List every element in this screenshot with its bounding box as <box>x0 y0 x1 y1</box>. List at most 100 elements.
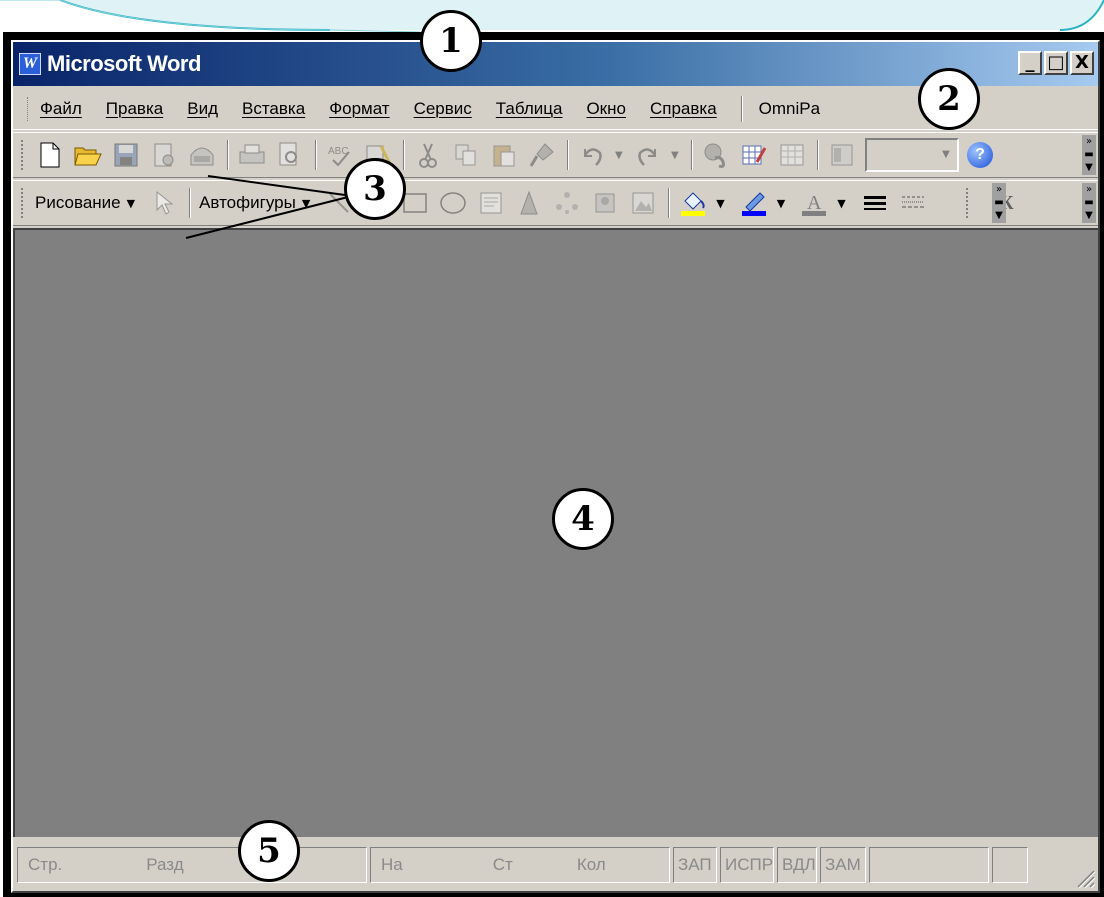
print-preview-icon[interactable] <box>275 140 305 170</box>
fill-color-dropdown-icon[interactable]: ▼ <box>716 197 724 210</box>
callout-3: 3 <box>344 158 406 220</box>
chevron-down-icon[interactable]: ▼ <box>937 142 955 168</box>
status-at: На <box>381 855 403 874</box>
callout-4: 4 <box>552 488 614 550</box>
line-color-swatch <box>741 211 766 216</box>
menu-omnipage[interactable]: OmniPa <box>759 99 820 119</box>
status-page: Стр. <box>28 855 63 874</box>
toolbar-separator <box>668 188 671 218</box>
menu-help[interactable]: Справка <box>650 99 717 119</box>
document-map-icon[interactable] <box>827 140 857 170</box>
copy-icon[interactable] <box>451 140 481 170</box>
drawing-toolbar-options-chevron-icon[interactable]: » ▬ ▼ <box>992 183 1006 223</box>
menu-file[interactable]: Файл <box>40 99 82 119</box>
dash-style-icon[interactable] <box>898 188 928 218</box>
spelling-icon[interactable]: ABC <box>325 140 355 170</box>
save-icon[interactable] <box>111 140 141 170</box>
menu-edit[interactable]: Правка <box>106 99 163 119</box>
tables-borders-icon[interactable] <box>739 140 769 170</box>
status-overtype[interactable]: ЗАМ <box>820 847 866 883</box>
diagram-icon[interactable] <box>552 188 582 218</box>
toolbar-separator <box>567 140 569 170</box>
menubar-grip[interactable] <box>27 96 30 121</box>
maximize-button[interactable]: □ <box>1044 51 1068 75</box>
toolbar-grip[interactable] <box>21 188 25 218</box>
standard-toolbar: ABC ▼ ▼ ▼ ? » ▬ ▼ <box>13 132 1098 178</box>
autoshapes-dropdown-icon[interactable]: ▼ <box>302 197 310 210</box>
cut-icon[interactable] <box>413 140 443 170</box>
undo-dropdown-icon[interactable]: ▼ <box>615 150 627 161</box>
font-color-dropdown-icon[interactable]: ▼ <box>837 197 845 210</box>
close-button[interactable]: X <box>1070 51 1094 75</box>
line-style-icon[interactable] <box>860 188 890 218</box>
resize-grip-icon[interactable] <box>1072 865 1096 889</box>
new-document-icon[interactable] <box>35 140 65 170</box>
menu-window[interactable]: Окно <box>586 99 626 119</box>
status-rec[interactable]: ЗАП <box>673 847 717 883</box>
fill-color-icon[interactable] <box>678 188 708 218</box>
status-page-section: Стр. Разд <box>17 847 367 883</box>
toolbar-separator <box>691 140 693 170</box>
window-title: Microsoft Word <box>47 51 201 76</box>
callout-2: 2 <box>918 68 980 130</box>
drawing-toolbar: Рисование ▼ Автофигуры ▼ ▼ ▼ A ▼ » ▬ ▼ »… <box>13 180 1098 226</box>
callout-1: 1 <box>420 10 482 72</box>
open-folder-icon[interactable] <box>73 140 103 170</box>
drawing-menu-button[interactable]: Рисование <box>35 193 121 213</box>
oval-icon[interactable] <box>438 188 468 218</box>
window-controls: _ □ X <box>1018 51 1094 75</box>
toolbar-separator <box>315 140 317 170</box>
font-color-icon[interactable]: A <box>799 188 829 218</box>
status-section: Разд <box>146 855 184 874</box>
menu-view[interactable]: Вид <box>187 99 218 119</box>
hyperlink-icon[interactable] <box>701 140 731 170</box>
toolbar-separator <box>227 140 229 170</box>
undo-icon[interactable] <box>577 140 607 170</box>
status-bar: Стр. Разд На Ст Кол ЗАП ИСПР ВДЛ ЗАМ <box>13 839 1098 891</box>
toolbar-options-chevron-icon[interactable]: » ▬ ▼ <box>1082 135 1096 175</box>
email-icon[interactable] <box>187 140 217 170</box>
status-extend[interactable]: ВДЛ <box>777 847 817 883</box>
toolbar-separator <box>817 140 819 170</box>
insert-picture-icon[interactable] <box>628 188 658 218</box>
toolbar-separator <box>189 188 192 218</box>
toolbar-grip[interactable] <box>21 140 25 170</box>
toolbar-separator <box>403 140 405 170</box>
callout-5: 5 <box>238 820 300 882</box>
minimize-button[interactable]: _ <box>1018 51 1042 75</box>
font-color-letter: A <box>807 192 822 214</box>
menu-separator <box>740 95 743 122</box>
drawing-dropdown-icon[interactable]: ▼ <box>127 197 135 210</box>
help-icon[interactable]: ? <box>967 142 993 168</box>
menu-table[interactable]: Таблица <box>496 99 563 119</box>
font-color-swatch <box>802 211 827 216</box>
insert-table-icon[interactable] <box>777 140 807 170</box>
line-color-dropdown-icon[interactable]: ▼ <box>777 197 785 210</box>
format-painter-icon[interactable] <box>527 140 557 170</box>
menu-insert[interactable]: Вставка <box>242 99 305 119</box>
word-app-icon[interactable]: W <box>19 53 41 75</box>
permission-icon[interactable] <box>149 140 179 170</box>
line-color-icon[interactable] <box>739 188 769 218</box>
select-objects-icon[interactable] <box>149 188 179 218</box>
window-frame: W Microsoft Word _ □ X Файл Правка Вид В… <box>11 40 1100 893</box>
redo-dropdown-icon[interactable]: ▼ <box>671 150 683 161</box>
fill-color-swatch <box>681 211 706 216</box>
toolbar-grip[interactable] <box>965 188 970 218</box>
menu-tools[interactable]: Сервис <box>414 99 472 119</box>
status-language <box>869 847 989 883</box>
paste-icon[interactable] <box>489 140 519 170</box>
menu-format[interactable]: Формат <box>329 99 389 119</box>
wordart-icon[interactable] <box>514 188 544 218</box>
status-spelling <box>992 847 1028 883</box>
formatting-toolbar-options-chevron-icon[interactable]: » ▬ ▼ <box>1082 183 1096 223</box>
status-position: На Ст Кол <box>370 847 670 883</box>
status-column: Кол <box>576 855 606 874</box>
clip-art-icon[interactable] <box>590 188 620 218</box>
status-track[interactable]: ИСПР <box>720 847 774 883</box>
zoom-combobox[interactable]: ▼ <box>865 138 959 172</box>
print-icon[interactable] <box>237 140 267 170</box>
autoshapes-menu-button[interactable]: Автофигуры <box>199 193 296 213</box>
redo-icon[interactable] <box>633 140 663 170</box>
text-box-icon[interactable] <box>476 188 506 218</box>
